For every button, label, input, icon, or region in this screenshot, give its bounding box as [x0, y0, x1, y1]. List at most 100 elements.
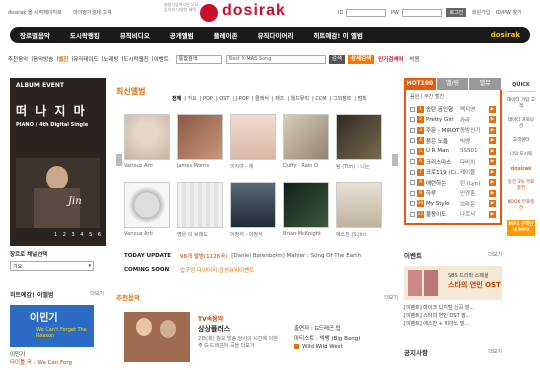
tab-all[interactable]: 전체: [172, 96, 181, 102]
chart-row[interactable]: 9 하루 민경훈 ▶: [410, 188, 496, 199]
notice-more[interactable]: 더보기: [488, 348, 502, 355]
chart-row[interactable]: 3주문 - MIROTIC동방신기▶: [410, 125, 496, 136]
nav-genre[interactable]: 장르별음악: [10, 30, 60, 40]
quick-charge[interactable]: 동전 3% 무료충전: [507, 180, 535, 192]
album-item[interactable]: Various Arti: [124, 182, 170, 238]
chart-row[interactable]: 4 붉은 노을 빅뱅 ▶: [410, 136, 496, 147]
chart-row[interactable]: 7 크로119 (Ci...) 케이블 ▶: [410, 167, 496, 178]
tab-jpop[interactable]: J-POP: [236, 96, 249, 102]
chart-checkbox[interactable]: [410, 180, 415, 186]
hot-album-caption2[interactable]: 타이틀 곡 : We Can Forg: [10, 358, 106, 366]
chart-checkbox[interactable]: [410, 211, 415, 217]
chart-artist[interactable]: 나르샤: [460, 210, 486, 218]
chart-artist[interactable]: 케이블: [460, 168, 486, 176]
nav-logo[interactable]: dosirak: [491, 31, 530, 39]
today-update-text[interactable]: [Daniel Barenboim] Mahler : Song Of The …: [231, 253, 361, 259]
subnav-broadcast[interactable]: 음악방송: [33, 55, 53, 63]
subnav-event[interactable]: 이벤트: [154, 55, 169, 63]
nav-music-diary[interactable]: 뮤직다이어리: [248, 30, 304, 40]
play-icon[interactable]: ▶: [489, 116, 496, 124]
chart-song[interactable]: 크로119 (Ci...): [426, 168, 460, 176]
chart-song[interactable]: Pretty Girl: [426, 117, 460, 123]
chart-row[interactable]: 2 Pretty Girl 카라 ▶: [410, 115, 496, 126]
nav-hit-album[interactable]: 히트예감! 이 앨범: [303, 30, 372, 40]
tab-bell-ring[interactable]: 벨/링: [436, 78, 469, 90]
play-icon[interactable]: ▶: [489, 126, 496, 134]
recommend-photo[interactable]: [124, 312, 190, 362]
play-icon[interactable]: ▶: [489, 210, 496, 218]
album-item[interactable]: Brian McKnight: [283, 182, 329, 238]
event-list-item[interactable]: [이벤트] 스타의 연인 OST 발...: [404, 312, 502, 320]
hot-album-thumb[interactable]: 이민기 We Can't Forget The Reason: [10, 305, 94, 347]
tab-crime[interactable]: 범죄: [358, 96, 367, 102]
chart-artist[interactable]: 브라운: [460, 200, 486, 208]
tab-jazz[interactable]: 재즈: [275, 96, 284, 102]
chart-checkbox[interactable]: [410, 117, 415, 123]
id-input[interactable]: [346, 8, 387, 17]
chart-song[interactable]: My Style: [426, 201, 460, 207]
album-item[interactable]: 이지아 - 애: [230, 114, 276, 170]
play-icon[interactable]: ▶: [489, 137, 496, 145]
play-icon[interactable]: ▶: [489, 189, 496, 197]
quick-item[interactable]: 고객센터: [507, 138, 535, 144]
today-update-count[interactable]: 98개 앨범(1126곡): [180, 252, 227, 260]
chart-row[interactable]: 10 My Style 브라운 ▶: [410, 199, 496, 210]
detail-search-button[interactable]: 상세검색: [347, 54, 375, 64]
chart-row[interactable]: 11 불장이도 나르샤 ▶: [410, 209, 496, 220]
tab-ost[interactable]: OST: [219, 96, 229, 102]
tab-classic[interactable]: 클래식: [255, 96, 269, 102]
chart-song[interactable]: 붉은 노을: [426, 137, 460, 145]
album-item[interactable]: 명은 이 브래드: [177, 182, 223, 238]
event-list-item[interactable]: [이벤트] 에스잔 + 피아노 발...: [404, 320, 502, 328]
tab-pop[interactable]: POP: [203, 96, 213, 102]
nav-public-album[interactable]: 공개앨범: [160, 30, 204, 40]
quick-item[interactable]: 나의 도시락: [507, 152, 535, 158]
album-item[interactable]: James Morris: [177, 114, 223, 170]
chart-row[interactable]: 1 송탄 곰인형 백지영 ▶: [410, 104, 496, 115]
top-banner[interactable]: 회원가입하시면 무료음악과 다양한 혜택: [164, 2, 202, 22]
chart-checkbox[interactable]: [410, 106, 415, 112]
play-icon[interactable]: ▶: [489, 168, 496, 176]
album-event-banner[interactable]: ALBUM EVENT 떠 나 지 마 PIANO / 4th Digital …: [10, 78, 106, 246]
chart-checkbox[interactable]: [410, 159, 415, 165]
event-banner[interactable]: SBS 드라마 스페셜 스타의 연인 OST: [404, 266, 502, 300]
hot-album-caption[interactable]: 이민기: [10, 350, 106, 358]
chart-checkbox[interactable]: [410, 169, 415, 175]
event-list-item[interactable]: [이벤트] 마이크 디지털 신곡 발...: [404, 304, 502, 312]
chart-artist[interactable]: 동방신기: [460, 126, 486, 134]
play-icon[interactable]: ▶: [489, 200, 496, 208]
quick-charge-2[interactable]: KOOK 무료충전: [507, 200, 535, 212]
chart-artist[interactable]: 백지영: [460, 105, 486, 113]
quick-mp3[interactable]: MP3 구매안내 MP3: [507, 220, 535, 236]
recommend-artist[interactable]: 아티스트 : 빅뱅 (Big Bang): [294, 334, 360, 342]
start-page-link[interactable]: dosirak 을 시작페이지로: [8, 10, 62, 16]
hot-album-more[interactable]: 더보기: [90, 290, 104, 297]
quick-item[interactable]: 데이터 프로모션: [507, 118, 535, 130]
chart-checkbox[interactable]: [410, 127, 415, 133]
subnav-webzine[interactable]: 도시락웹진: [123, 55, 148, 63]
chart-checkbox[interactable]: [410, 148, 415, 154]
recommend-show[interactable]: 상상플러스: [198, 324, 230, 334]
chart-row[interactable]: 6 크리스마스 다비치 ▶: [410, 157, 496, 168]
payment-link[interactable]: 마이정기결제 고객: [73, 10, 111, 16]
recommend-song[interactable]: Wild Wild West: [294, 344, 343, 350]
chart-song[interactable]: 하루: [426, 189, 460, 197]
genre-select[interactable]: 가요 ▾: [10, 261, 94, 271]
pw-input[interactable]: [401, 8, 442, 17]
login-button[interactable]: 로그인: [446, 8, 467, 17]
tab-hot100[interactable]: HOT100: [404, 78, 436, 90]
chart-checkbox[interactable]: [410, 201, 415, 207]
tab-world[interactable]: 월드뮤직: [291, 96, 309, 102]
album-item[interactable]: 팀 (Tim) - 니는: [336, 114, 382, 170]
nav-play-zone[interactable]: 플레이존: [204, 30, 248, 40]
play-icon[interactable]: ▶: [489, 147, 496, 155]
chart-song[interactable]: 송탄 곰인형: [426, 105, 460, 113]
chart-artist[interactable]: SS501: [460, 148, 486, 154]
subnav-bell[interactable]: 벨진: [58, 55, 68, 63]
album-item[interactable]: 이정석 - 이정석: [230, 182, 276, 238]
join-link[interactable]: 회원가입: [472, 10, 490, 16]
chart-artist[interactable]: 카라: [460, 116, 486, 124]
search-scope-select[interactable]: 통합검색: [175, 54, 222, 64]
quick-item[interactable]: 데이터 가입 고객: [507, 98, 535, 110]
album-item[interactable]: 에스잔 (S.Jin): [336, 182, 382, 238]
